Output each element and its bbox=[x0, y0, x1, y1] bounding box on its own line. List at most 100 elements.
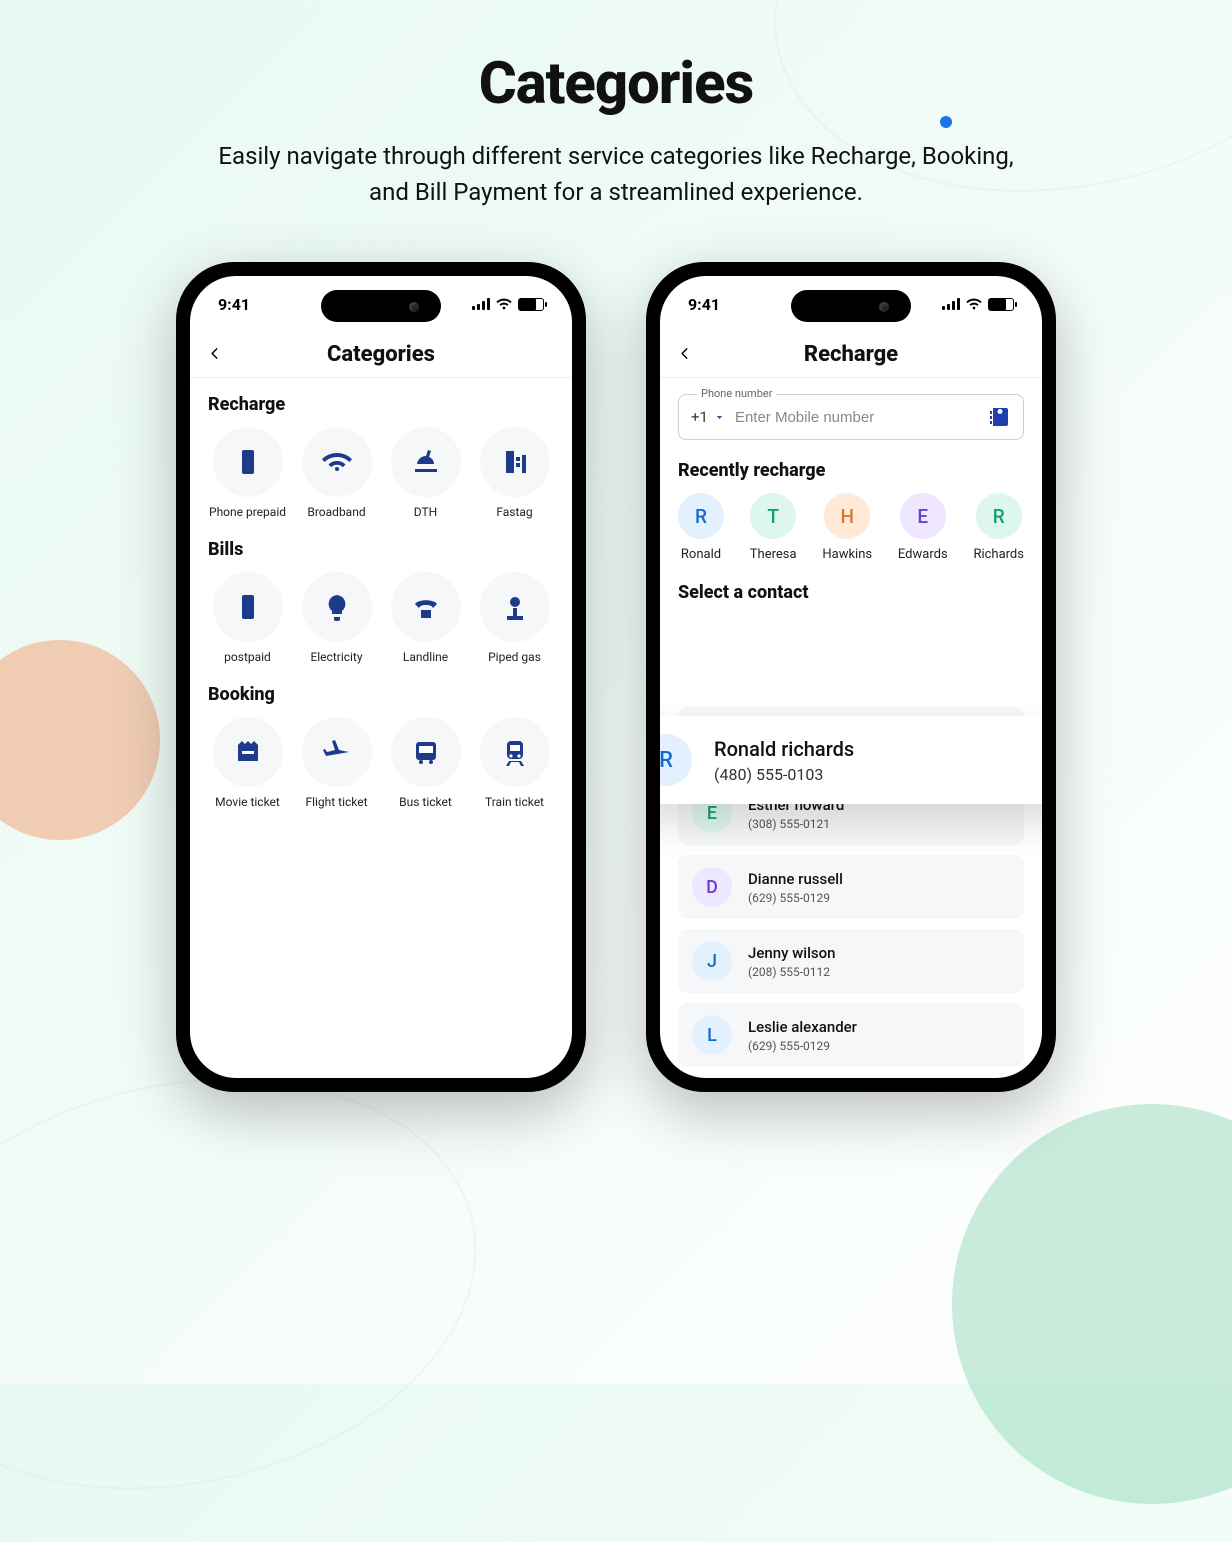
battery-icon bbox=[988, 298, 1014, 311]
avatar: R bbox=[660, 734, 692, 786]
plane-icon bbox=[302, 717, 372, 787]
category-broadband[interactable]: Broadband bbox=[297, 427, 376, 519]
category-label: DTH bbox=[414, 505, 437, 519]
category-label: Movie ticket bbox=[215, 795, 280, 809]
screen-title: Recharge bbox=[804, 342, 898, 367]
category-landline[interactable]: Landline bbox=[386, 572, 465, 664]
avatar: R bbox=[976, 493, 1022, 539]
address-book-icon bbox=[987, 405, 1011, 429]
contact-name: Jenny wilson bbox=[748, 944, 836, 962]
phone-input-wrap[interactable]: Phone number +1 bbox=[678, 394, 1024, 440]
contact-phone: (629) 555-0129 bbox=[748, 891, 843, 905]
back-button[interactable] bbox=[678, 345, 692, 364]
avatar: T bbox=[750, 493, 796, 539]
gas-icon bbox=[480, 572, 550, 642]
contact-phone: (308) 555-0121 bbox=[748, 817, 844, 831]
contact-phone: (480) 555-0103 bbox=[714, 765, 854, 784]
back-button[interactable] bbox=[208, 345, 222, 364]
contact-name: Leslie alexander bbox=[748, 1018, 857, 1036]
contact-name: Ronald richards bbox=[714, 737, 854, 761]
category-flight-ticket[interactable]: Flight ticket bbox=[297, 717, 376, 809]
recent-name: Hawkins bbox=[822, 547, 872, 562]
recent-edwards[interactable]: E Edwards bbox=[898, 493, 948, 562]
category-electricity[interactable]: Electricity bbox=[297, 572, 376, 664]
wifi-icon bbox=[496, 296, 512, 312]
recently-title: Recently recharge bbox=[678, 460, 1024, 481]
contact-item[interactable]: D Dianne russell (629) 555-0129 bbox=[678, 855, 1024, 919]
status-time: 9:41 bbox=[218, 295, 250, 314]
category-fastag[interactable]: Fastag bbox=[475, 427, 554, 519]
category-label: Train ticket bbox=[485, 795, 544, 809]
notch bbox=[791, 290, 911, 322]
category-label: postpaid bbox=[224, 650, 271, 664]
category-piped-gas[interactable]: Piped gas bbox=[475, 572, 554, 664]
section-bills-title: Bills bbox=[208, 539, 554, 560]
category-train-ticket[interactable]: Train ticket bbox=[475, 717, 554, 809]
recent-ronald[interactable]: R Ronald bbox=[678, 493, 724, 562]
category-bus-ticket[interactable]: Bus ticket bbox=[386, 717, 465, 809]
category-label: Bus ticket bbox=[399, 795, 452, 809]
phone-categories: 9:41 Categories Recharge Phone prepaid Br… bbox=[176, 262, 586, 1092]
category-dth[interactable]: DTH bbox=[386, 427, 465, 519]
category-label: Electricity bbox=[310, 650, 362, 664]
dish-icon bbox=[391, 427, 461, 497]
status-time: 9:41 bbox=[688, 295, 720, 314]
signal-icon bbox=[472, 298, 490, 310]
wifi-icon bbox=[966, 296, 982, 312]
recent-name: Richards bbox=[973, 547, 1024, 562]
contact-item[interactable]: J Jenny wilson (208) 555-0112 bbox=[678, 929, 1024, 993]
phone-input-label: Phone number bbox=[697, 387, 776, 400]
country-code-select[interactable]: +1 bbox=[691, 408, 725, 426]
section-booking-title: Booking bbox=[208, 684, 554, 705]
contact-phone: (208) 555-0112 bbox=[748, 965, 836, 979]
avatar: L bbox=[692, 1015, 732, 1055]
category-postpaid[interactable]: postpaid bbox=[208, 572, 287, 664]
chevron-down-icon bbox=[714, 412, 725, 423]
bulb-icon bbox=[302, 572, 372, 642]
category-label: Phone prepaid bbox=[209, 505, 286, 519]
recent-theresa[interactable]: T Theresa bbox=[750, 493, 797, 562]
train-icon bbox=[480, 717, 550, 787]
page-title: Categories bbox=[0, 50, 1232, 118]
phone-recharge: 9:41 Recharge Phone number +1 bbox=[646, 262, 1056, 1092]
wifi-icon bbox=[302, 427, 372, 497]
recent-richards[interactable]: R Richards bbox=[973, 493, 1024, 562]
contacts-picker-button[interactable] bbox=[987, 405, 1011, 429]
toll-icon bbox=[480, 427, 550, 497]
screen-title: Categories bbox=[327, 342, 435, 367]
bus-icon bbox=[391, 717, 461, 787]
signal-icon bbox=[942, 298, 960, 310]
landline-icon bbox=[391, 572, 461, 642]
category-label: Piped gas bbox=[488, 650, 541, 664]
contact-card-highlighted[interactable]: R Ronald richards (480) 555-0103 bbox=[660, 716, 1042, 804]
avatar: E bbox=[900, 493, 946, 539]
contact-name: Dianne russell bbox=[748, 870, 843, 888]
phone-icon bbox=[213, 572, 283, 642]
recent-name: Ronald bbox=[681, 547, 721, 562]
phone-icon bbox=[213, 427, 283, 497]
recent-hawkins[interactable]: H Hawkins bbox=[822, 493, 872, 562]
avatar: R bbox=[678, 493, 724, 539]
phone-input[interactable] bbox=[735, 409, 977, 426]
avatar: D bbox=[692, 867, 732, 907]
movie-icon bbox=[213, 717, 283, 787]
select-contact-title: Select a contact bbox=[678, 582, 1024, 603]
battery-icon bbox=[518, 298, 544, 311]
category-movie-ticket[interactable]: Movie ticket bbox=[208, 717, 287, 809]
contact-phone: (629) 555-0129 bbox=[748, 1039, 857, 1053]
category-label: Flight ticket bbox=[305, 795, 367, 809]
category-label: Fastag bbox=[496, 505, 532, 519]
category-label: Landline bbox=[403, 650, 448, 664]
section-recharge-title: Recharge bbox=[208, 394, 554, 415]
chevron-left-icon bbox=[208, 346, 222, 360]
avatar: J bbox=[692, 941, 732, 981]
avatar: H bbox=[824, 493, 870, 539]
category-phone-prepaid[interactable]: Phone prepaid bbox=[208, 427, 287, 519]
notch bbox=[321, 290, 441, 322]
recent-name: Theresa bbox=[750, 547, 797, 562]
chevron-left-icon bbox=[678, 346, 692, 360]
contact-item[interactable]: L Leslie alexander (629) 555-0129 bbox=[678, 1003, 1024, 1067]
page-subtitle: Easily navigate through different servic… bbox=[206, 138, 1026, 210]
category-label: Broadband bbox=[307, 505, 365, 519]
recent-name: Edwards bbox=[898, 547, 948, 562]
